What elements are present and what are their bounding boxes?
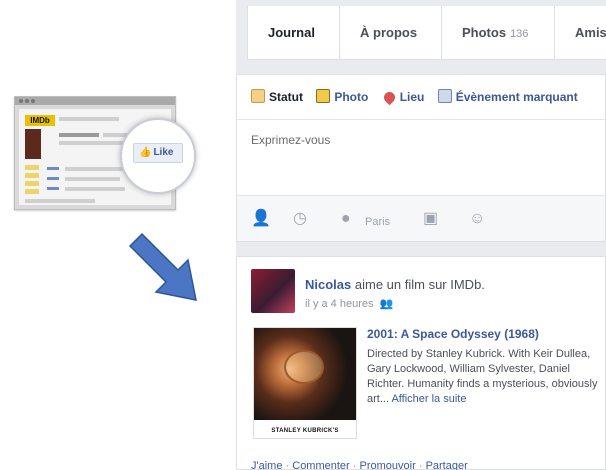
status-input[interactable]: Exprimez-vous bbox=[251, 133, 330, 147]
stage: IMDb 👍 Like Journal À propos Photos 136 … bbox=[0, 0, 606, 470]
tab-friends[interactable]: Amis bbox=[555, 6, 606, 60]
tab-about[interactable]: À propos bbox=[340, 6, 442, 60]
timeline-tabs: Journal À propos Photos 136 Amis bbox=[247, 6, 606, 60]
composer-photo-button[interactable]: Photo bbox=[316, 75, 368, 119]
movie-description: Directed by Stanley Kubrick. With Keir D… bbox=[367, 348, 598, 405]
smiley-icon[interactable]: ☺ bbox=[469, 210, 485, 228]
life-event-icon bbox=[437, 89, 452, 103]
like-label: Like bbox=[153, 147, 174, 158]
post-action-links: J'aime · Commenter · Promouvoir · Partag… bbox=[251, 460, 468, 470]
share-link[interactable]: Partager bbox=[426, 460, 468, 470]
tag-person-icon[interactable]: 👤 bbox=[251, 210, 271, 228]
movie-poster[interactable]: STANLEY KUBRICK'S bbox=[253, 327, 357, 439]
camera-icon[interactable]: ▣ bbox=[423, 210, 438, 228]
astronaut-visor bbox=[284, 350, 324, 384]
composer-toolbar: 👤 ◷ ● Paris ▣ ☺ bbox=[237, 195, 605, 241]
post-time: il y a 4 heures 👥 bbox=[305, 298, 394, 310]
like-button-illustration: 👍 Like bbox=[133, 143, 183, 163]
tab-photos[interactable]: Photos 136 bbox=[442, 6, 555, 60]
down-right-arrow-icon bbox=[128, 232, 197, 301]
imdb-logo: IMDb bbox=[25, 115, 55, 126]
like-link[interactable]: J'aime bbox=[251, 460, 282, 470]
status-composer: Statut Photo Lieu Évènement marquant Exp… bbox=[236, 74, 606, 242]
composer-place-button[interactable]: Lieu bbox=[381, 75, 424, 119]
location-pin-icon[interactable]: ● bbox=[341, 210, 351, 228]
composer-status-button[interactable]: Statut bbox=[251, 75, 303, 119]
composer-event-button[interactable]: Évènement marquant bbox=[437, 75, 578, 119]
movie-title-link[interactable]: 2001: A Space Odyssey (1968) bbox=[367, 327, 539, 341]
poster-thumbnail bbox=[25, 129, 41, 159]
location-label[interactable]: Paris bbox=[365, 213, 390, 231]
thumbs-up-icon: 👍 bbox=[139, 147, 152, 158]
photo-icon bbox=[316, 89, 331, 103]
post-action-text: aime un film sur IMDb. bbox=[354, 277, 485, 292]
photos-count: 136 bbox=[510, 28, 529, 40]
place-pin-icon bbox=[381, 89, 397, 106]
poster-credit: STANLEY KUBRICK'S bbox=[271, 428, 339, 434]
author-link[interactable]: Nicolas bbox=[305, 277, 351, 292]
tab-journal[interactable]: Journal bbox=[248, 6, 340, 60]
avatar[interactable] bbox=[251, 269, 295, 313]
composer-actions: Statut Photo Lieu Évènement marquant bbox=[251, 75, 588, 119]
audience-icon[interactable]: 👥 bbox=[380, 298, 394, 310]
clock-icon[interactable]: ◷ bbox=[293, 210, 307, 228]
see-more-link[interactable]: Afficher la suite bbox=[391, 393, 466, 405]
promote-link[interactable]: Promouvoir bbox=[360, 460, 416, 470]
post-headline: Nicolas aime un film sur IMDb. bbox=[305, 277, 485, 292]
browser-title-bar bbox=[15, 97, 175, 105]
status-icon bbox=[251, 89, 265, 103]
comment-link[interactable]: Commenter bbox=[292, 460, 349, 470]
activity-post: Nicolas aime un film sur IMDb. il y a 4 … bbox=[236, 256, 606, 470]
